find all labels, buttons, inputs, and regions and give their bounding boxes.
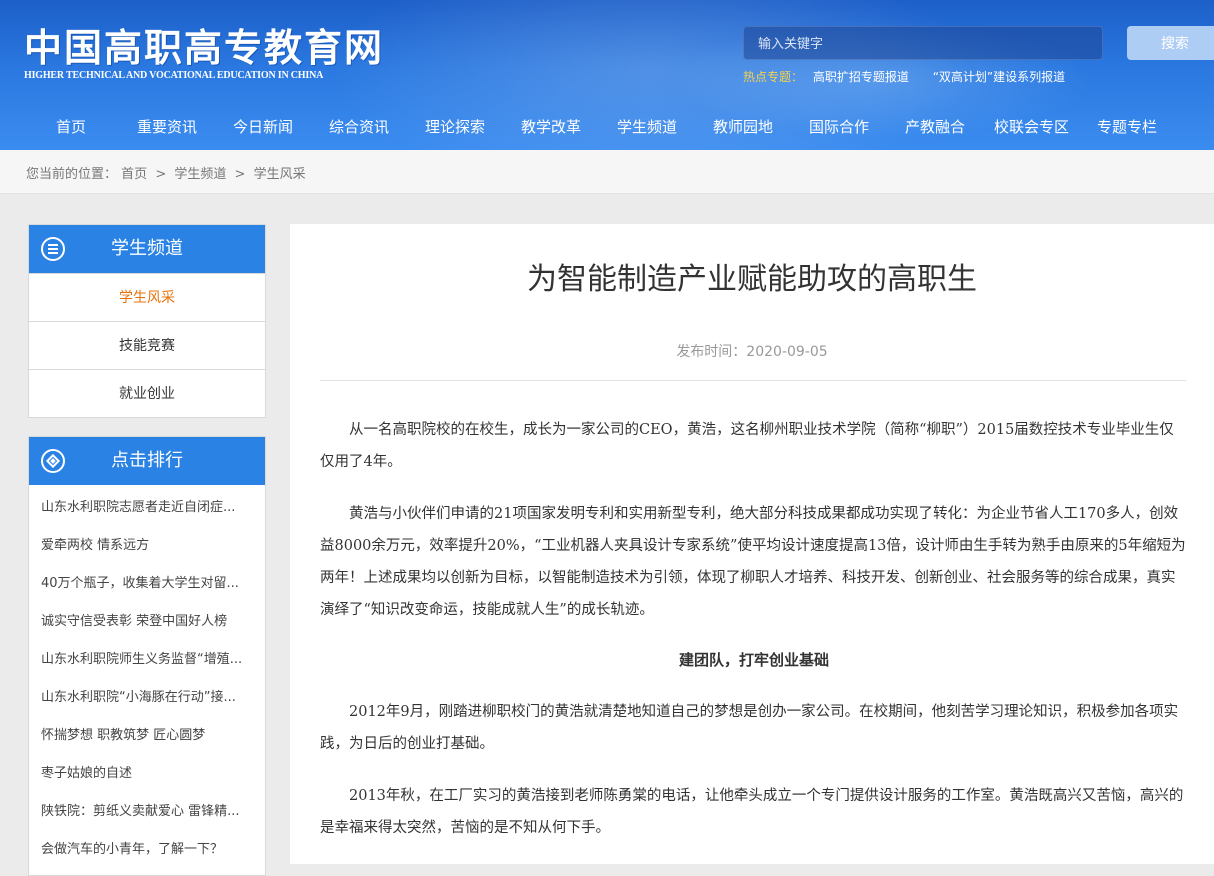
list-item[interactable]: 会做汽车的小青年，了解一下？ [29, 831, 265, 869]
breadcrumb-student-channel[interactable]: 学生频道 [174, 167, 226, 182]
hot-topics: 热点专题： 高职扩招专题报道 “双高计划”建设系列报道 [743, 68, 1079, 85]
category-item-employment[interactable]: 就业创业 [29, 369, 265, 417]
hot-topics-label: 热点专题： [743, 70, 804, 84]
breadcrumb-student-style[interactable]: 学生风采 [254, 167, 306, 182]
site-logo[interactable]: 中国高职高专教育网 HIGHER TECHNICAL AND VOCATIONA… [24, 25, 385, 82]
list-item[interactable]: 山东水利职院师生义务监督“增殖... [29, 641, 265, 679]
hot-topic-link-expansion[interactable]: 高职扩招专题报道 [813, 70, 909, 84]
article-paragraph: 从一名高职院校的在校生，成长为一家公司的CEO，黄浩，这名柳州职业技术学院（简称… [320, 422, 1174, 470]
nav-item-international[interactable]: 国际合作 [809, 112, 869, 142]
ranking-panel-title: 点击排行 [111, 450, 183, 471]
list-item[interactable]: 山东水利职院“小海豚在行动”接... [29, 679, 265, 717]
ranking-panel-header: 点击排行 [29, 437, 265, 485]
category-item-student-style[interactable]: 学生风采 [29, 273, 265, 321]
article-body: 从一名高职院校的在校生，成长为一家公司的CEO，黄浩，这名柳州职业技术学院（简称… [320, 414, 1188, 864]
hot-topic-link-double-high[interactable]: “双高计划”建设系列报道 [933, 70, 1065, 84]
site-header: 中国高职高专教育网 HIGHER TECHNICAL AND VOCATIONA… [0, 0, 1214, 150]
search-button[interactable]: 搜索 [1127, 26, 1214, 60]
article-paragraph: 2012年9月，刚踏进柳职校门的黄浩就清楚地知道自己的梦想是创办一家公司。在校期… [320, 704, 1179, 752]
breadcrumb-bar: 您当前的位置： 首页 > 学生频道 > 学生风采 [0, 150, 1214, 194]
logo-title: 中国高职高专教育网 [24, 25, 385, 70]
list-item[interactable]: 枣子姑娘的自述 [29, 755, 265, 793]
category-panel-header: 学生频道 [29, 225, 265, 273]
search-input[interactable] [743, 26, 1103, 60]
ranking-list: 山东水利职院志愿者走近自闭症... 爱牵两校 情系远方 40万个瓶子，收集着大学… [29, 485, 265, 869]
nav-item-important-news[interactable]: 重要资讯 [137, 112, 197, 142]
list-item[interactable]: 40万个瓶子，收集着大学生对留... [29, 565, 265, 603]
nav-item-special-columns[interactable]: 专题专栏 [1097, 112, 1157, 142]
nav-item-alliance[interactable]: 校联会专区 [994, 112, 1069, 142]
nav-item-teacher-garden[interactable]: 教师园地 [713, 112, 773, 142]
nav-item-general-news[interactable]: 综合资讯 [329, 112, 389, 142]
breadcrumb-label: 您当前的位置： [26, 167, 118, 182]
nav-item-theory[interactable]: 理论探索 [425, 112, 485, 142]
category-panel: 学生频道 学生风采 技能竞赛 就业创业 [28, 224, 266, 418]
list-item[interactable]: 爱牵两校 情系远方 [29, 527, 265, 565]
nav-item-student-channel[interactable]: 学生频道 [617, 112, 677, 142]
breadcrumb-separator: > [234, 167, 246, 182]
logo-subtitle: HIGHER TECHNICAL AND VOCATIONAL EDUCATIO… [24, 70, 324, 81]
breadcrumb: 您当前的位置： 首页 > 学生频道 > 学生风采 [26, 163, 306, 182]
list-item[interactable]: 诚实守信受表彰 荣登中国好人榜 [29, 603, 265, 641]
category-panel-title: 学生频道 [111, 238, 183, 259]
list-item[interactable]: 陕铁院：剪纸义卖献爱心 雷锋精... [29, 793, 265, 831]
divider [320, 380, 1186, 381]
ranking-panel: 点击排行 山东水利职院志愿者走近自闭症... 爱牵两校 情系远方 40万个瓶子，… [28, 436, 266, 876]
main-nav: 首页 重要资讯 今日新闻 综合资讯 理论探索 教学改革 学生频道 教师园地 国际… [0, 112, 1214, 142]
article-panel: 为智能制造产业赋能助攻的高职生 发布时间：2020-09-05 从一名高职院校的… [290, 224, 1214, 864]
article-paragraph: 黄浩与小伙伴们申请的21项国家发明专利和实用新型专利，绝大部分科技成果都成功实现… [320, 506, 1186, 618]
breadcrumb-home[interactable]: 首页 [121, 167, 147, 182]
nav-item-teaching-reform[interactable]: 教学改革 [521, 112, 581, 142]
nav-item-today-news[interactable]: 今日新闻 [233, 112, 293, 142]
breadcrumb-separator: > [155, 167, 167, 182]
article-paragraph: 2013年秋，在工厂实习的黄浩接到老师陈勇棠的电话，让他牵头成立一个专门提供设计… [320, 788, 1184, 836]
publish-date: 发布时间：2020-09-05 [676, 344, 828, 360]
nav-item-home[interactable]: 首页 [56, 112, 86, 142]
category-item-skill-competition[interactable]: 技能竞赛 [29, 321, 265, 369]
list-item[interactable]: 怀揣梦想 职教筑梦 匠心圆梦 [29, 717, 265, 755]
nav-item-industry-education[interactable]: 产教融合 [905, 112, 965, 142]
article-subheading: 建团队，打牢创业基础 [678, 651, 829, 669]
list-item[interactable]: 山东水利职院志愿者走近自闭症... [29, 489, 265, 527]
article-title: 为智能制造产业赋能助攻的高职生 [527, 262, 977, 297]
